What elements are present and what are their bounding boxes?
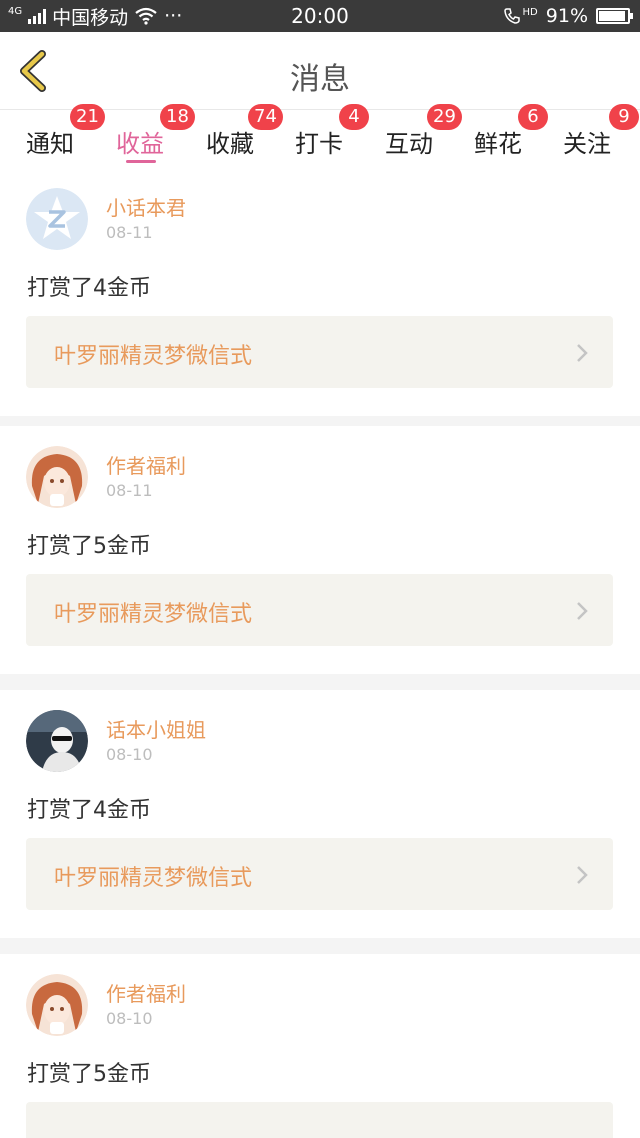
tab-favorites[interactable]: 收藏 74 [206, 104, 283, 168]
tab-label: 关注 [563, 130, 611, 158]
logo-avatar-icon [26, 188, 88, 250]
tab-notifications[interactable]: 通知 21 [26, 104, 105, 168]
avatar[interactable] [26, 188, 88, 250]
unread-badge: 21 [70, 104, 105, 130]
unread-badge: 18 [160, 104, 195, 130]
battery-icon [596, 8, 633, 24]
chevron-right-icon [577, 344, 588, 362]
book-link[interactable] [26, 1102, 613, 1138]
tab-checkin[interactable]: 打卡 4 [295, 104, 369, 168]
page-title: 消息 [290, 62, 350, 97]
sender-name[interactable]: 作者福利 [106, 978, 186, 1007]
unread-badge: 74 [248, 104, 283, 130]
message-item: 小话本君 08-11 打赏了4金币 叶罗丽精灵梦微信式 [0, 168, 640, 416]
tab-earnings[interactable]: 收益 18 [116, 104, 195, 168]
message-date: 08-11 [106, 481, 153, 500]
photo-avatar-icon [26, 710, 88, 772]
tab-label: 通知 [26, 130, 74, 158]
category-tabs: 通知 21 收益 18 收藏 74 打卡 4 互动 29 鲜花 6 关注 9 [0, 104, 640, 168]
unread-badge: 29 [427, 104, 462, 130]
message-date: 08-10 [106, 745, 153, 764]
book-title: 叶罗丽精灵梦微信式 [54, 602, 253, 627]
message-date: 08-10 [106, 1009, 153, 1028]
tab-label: 鲜花 [474, 130, 522, 158]
phone-icon [503, 8, 520, 24]
hd-call-indicator: HD [503, 7, 538, 25]
battery-percent: 91% [545, 5, 588, 27]
book-title: 叶罗丽精灵梦微信式 [54, 866, 253, 891]
book-link[interactable]: 叶罗丽精灵梦微信式 [26, 574, 613, 646]
unread-badge: 4 [339, 104, 369, 130]
chevron-right-icon [577, 866, 588, 884]
anime-girl-avatar-icon [26, 974, 88, 1036]
sender-name[interactable]: 作者福利 [106, 450, 186, 479]
tab-flowers[interactable]: 鲜花 6 [474, 104, 548, 168]
chevron-right-icon [577, 602, 588, 620]
message-date: 08-11 [106, 223, 153, 242]
book-title: 叶罗丽精灵梦微信式 [54, 344, 253, 369]
anime-girl-avatar-icon [26, 446, 88, 508]
reward-text: 打赏了5金币 [27, 1062, 151, 1087]
tab-label: 收益 [116, 130, 164, 158]
avatar[interactable] [26, 974, 88, 1036]
book-link[interactable]: 叶罗丽精灵梦微信式 [26, 316, 613, 388]
reward-text: 打赏了4金币 [27, 276, 151, 301]
nav-header: 消息 [0, 32, 640, 110]
reward-text: 打赏了5金币 [27, 534, 151, 559]
avatar[interactable] [26, 446, 88, 508]
message-item: 作者福利 08-10 打赏了5金币 [0, 954, 640, 1138]
tab-interactions[interactable]: 互动 29 [385, 104, 462, 168]
tab-label: 互动 [385, 130, 433, 158]
book-link[interactable]: 叶罗丽精灵梦微信式 [26, 838, 613, 910]
message-item: 作者福利 08-11 打赏了5金币 叶罗丽精灵梦微信式 [0, 426, 640, 674]
status-bar: 4G 中国移动 ··· 20:00 HD 91% [0, 0, 640, 32]
avatar[interactable] [26, 710, 88, 772]
message-item: 话本小姐姐 08-10 打赏了4金币 叶罗丽精灵梦微信式 [0, 690, 640, 938]
tab-follows[interactable]: 关注 9 [563, 104, 639, 168]
tab-label: 收藏 [206, 130, 254, 158]
sender-name[interactable]: 话本小姐姐 [106, 714, 206, 743]
unread-badge: 6 [518, 104, 548, 130]
sender-name[interactable]: 小话本君 [106, 192, 186, 221]
unread-badge: 9 [609, 104, 639, 130]
tab-label: 打卡 [295, 130, 343, 158]
hd-label: HD [522, 6, 538, 18]
reward-text: 打赏了4金币 [27, 798, 151, 823]
active-tab-indicator [126, 160, 156, 163]
